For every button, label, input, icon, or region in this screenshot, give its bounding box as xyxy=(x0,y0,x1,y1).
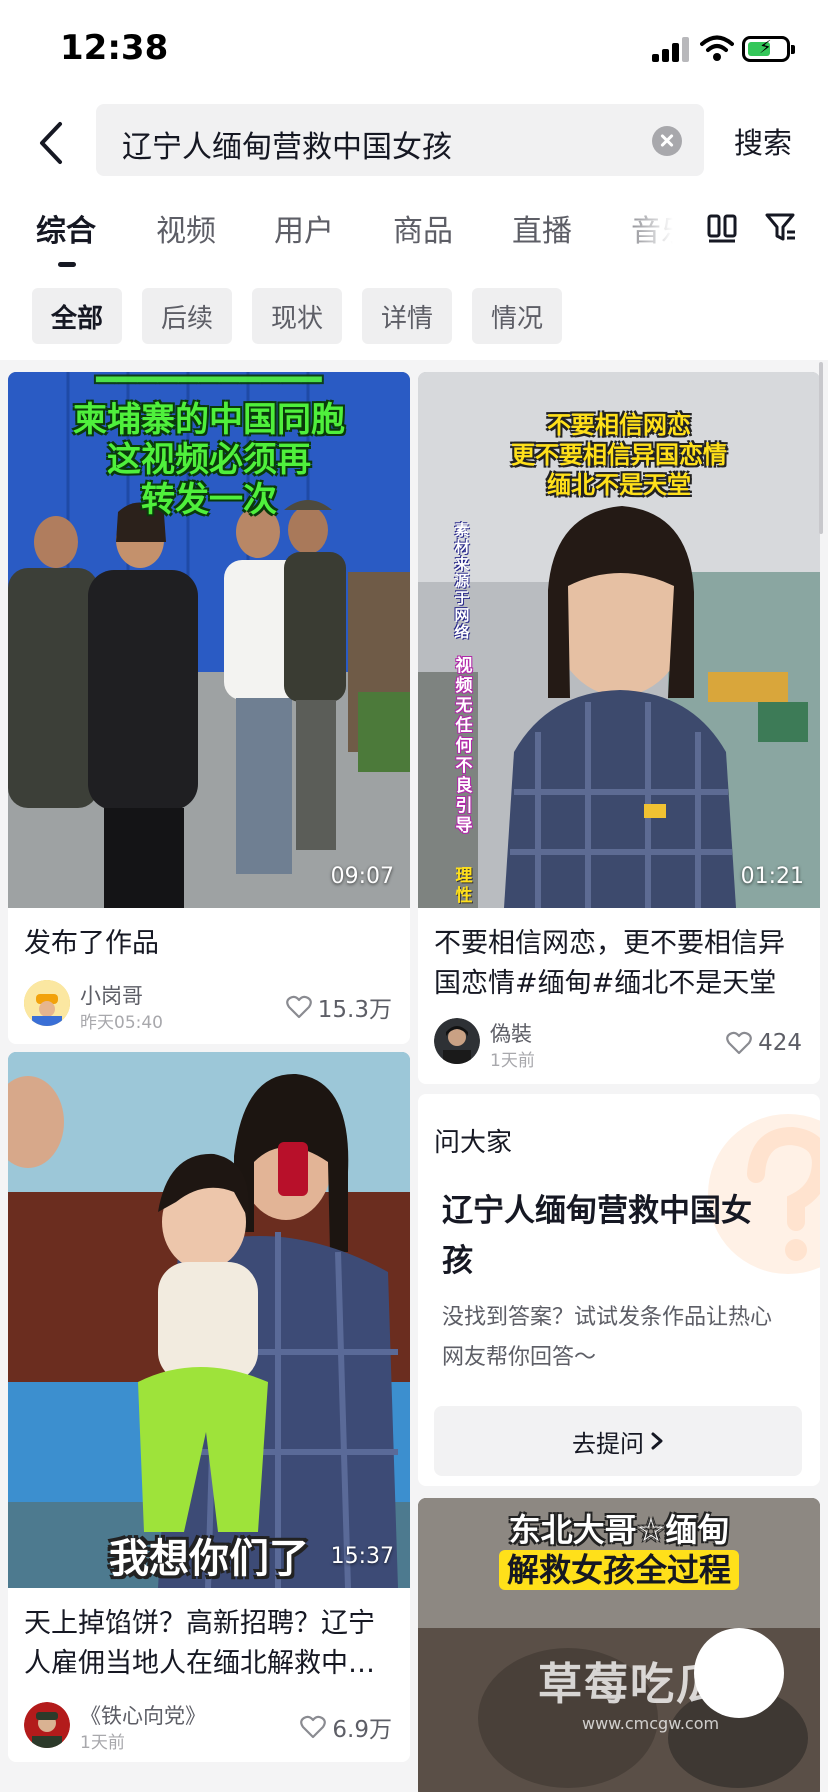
like-count[interactable]: 424 xyxy=(726,1030,802,1056)
tab-live[interactable]: 直播 xyxy=(512,206,572,250)
video-duration: 15:37 xyxy=(330,1544,394,1569)
layout-toggle-icon[interactable] xyxy=(706,212,738,244)
ask-question-button[interactable]: 去提问 xyxy=(434,1406,802,1476)
heart-icon xyxy=(726,1031,752,1055)
post-time: 昨天05:40 xyxy=(80,1013,163,1033)
video-caption-overlay: 东北大哥☆缅甸 解救女孩全过程 xyxy=(418,1510,820,1590)
guidance-disclaimer: 视频无任何不良引导 xyxy=(455,656,473,836)
video-card[interactable]: 不要相信网恋 更不要相信异国恋情 缅北不是天堂 素材来源于网络 视频无任何不良引… xyxy=(418,372,820,1084)
post-time: 1天前 xyxy=(80,1733,125,1753)
search-button[interactable]: 搜索 xyxy=(734,120,792,162)
back-button[interactable] xyxy=(32,118,72,168)
video-title: 发布了作品 xyxy=(24,928,159,959)
video-card[interactable]: ━━━━━━━━━━━ 柬埔寨的中国同胞 这视频必须再 转发一次 09:07 发… xyxy=(8,372,410,1044)
chip-follow-up[interactable]: 后续 xyxy=(142,288,232,344)
avatar[interactable] xyxy=(24,980,70,1026)
heart-icon xyxy=(300,1715,327,1739)
heart-icon xyxy=(285,995,312,1019)
author-name[interactable]: 小岗哥 xyxy=(80,980,143,1010)
video-title: 不要相信网恋，更不要相信异国恋情#缅甸#缅北不是天堂 xyxy=(434,928,785,999)
video-caption-overlay: ━━━━━━━━━━━ 柬埔寨的中国同胞 这视频必须再 转发一次 xyxy=(73,372,345,520)
video-duration: 09:07 xyxy=(330,864,394,889)
ask-everyone-card: 问大家 辽宁人缅甸营救中国女孩 没找到答案？试试发条作品让热心网友帮你回答～ 去… xyxy=(418,1094,820,1486)
active-tab-indicator xyxy=(58,262,76,267)
author-name[interactable]: 《铁心向党》 xyxy=(80,1700,206,1730)
wifi-icon xyxy=(700,35,734,61)
video-caption-overlay: 不要相信网恋 更不要相信异国恋情 缅北不是天堂 xyxy=(511,411,727,499)
source-disclaimer: 素材来源于网络 xyxy=(454,521,470,641)
battery-icon: ⚡ xyxy=(742,36,795,62)
chip-details[interactable]: 详情 xyxy=(362,288,452,344)
chip-situation[interactable]: 情况 xyxy=(472,288,562,344)
avatar[interactable] xyxy=(434,1018,480,1064)
video-thumbnail xyxy=(8,1052,410,1588)
scrollbar[interactable] xyxy=(819,362,823,534)
watermark-url: www.cmcgw.com xyxy=(582,1714,720,1733)
rational-note: 理性 xyxy=(455,866,473,906)
ask-section-label: 问大家 xyxy=(434,1128,513,1158)
clear-search-button[interactable] xyxy=(652,126,682,156)
post-time: 1天前 xyxy=(490,1051,535,1071)
ask-hint: 没找到答案？试试发条作品让热心网友帮你回答～ xyxy=(442,1305,773,1370)
tab-video[interactable]: 视频 xyxy=(156,206,216,250)
author-name[interactable]: 偽裝 xyxy=(490,1018,532,1048)
ask-question: 辽宁人缅甸营救中国女孩 xyxy=(442,1193,752,1279)
avatar[interactable] xyxy=(24,1702,70,1748)
search-input[interactable]: 辽宁人缅甸营救中国女孩 xyxy=(96,104,704,176)
like-count[interactable]: 15.3万 xyxy=(285,990,392,1024)
video-title: 天上掉馅饼？高新招聘？辽宁人雇佣当地人在缅北解救中… xyxy=(24,1608,375,1679)
video-duration: 01:21 xyxy=(740,864,804,889)
tab-user[interactable]: 用户 xyxy=(274,206,334,250)
video-card[interactable]: 东北大哥☆缅甸 解救女孩全过程 xyxy=(418,1498,820,1792)
status-time: 12:38 xyxy=(60,28,169,68)
watermark: 草莓吃瓜网 xyxy=(538,1659,768,1710)
search-header: 12:38 ⚡ 辽宁人缅甸营救中国女孩 搜索 综合 视频 用户 商品 直播 音乐… xyxy=(0,0,828,360)
like-count[interactable]: 6.9万 xyxy=(300,1710,392,1744)
chip-status[interactable]: 现状 xyxy=(252,288,342,344)
video-card[interactable]: 我想你们了 15:37 天上掉馅饼？高新招聘？辽宁人雇佣当地人在缅北解救中… 《… xyxy=(8,1052,410,1762)
result-tabs: 综合 视频 用户 商品 直播 音乐 xyxy=(0,206,700,266)
chip-all[interactable]: 全部 xyxy=(32,288,122,344)
cellular-signal-icon xyxy=(652,36,692,62)
tab-all[interactable]: 综合 xyxy=(36,206,96,250)
tab-goods[interactable]: 商品 xyxy=(393,206,453,250)
chevron-right-icon xyxy=(651,1432,663,1450)
search-query: 辽宁人缅甸营救中国女孩 xyxy=(122,130,452,165)
filter-icon[interactable] xyxy=(764,210,798,244)
